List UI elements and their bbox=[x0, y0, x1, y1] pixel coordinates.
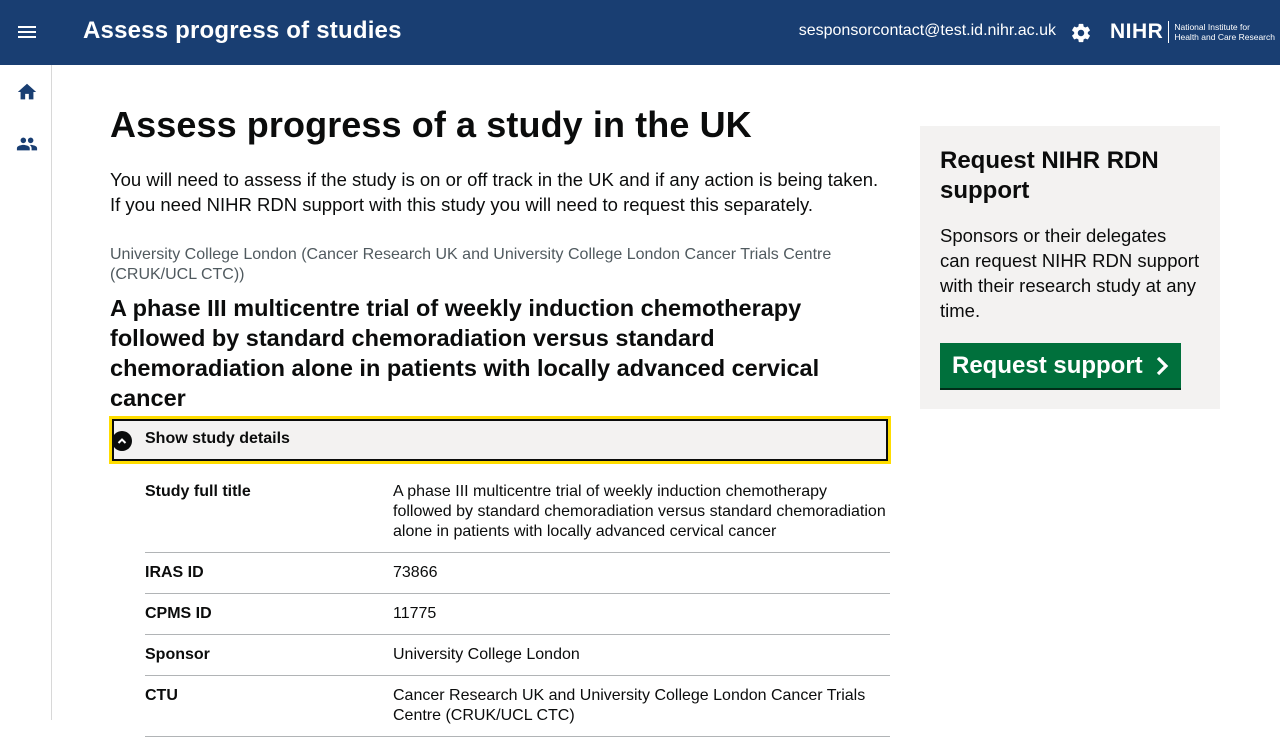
page-title: Assess progress of a study in the UK bbox=[110, 104, 752, 145]
summary-row: IRAS ID 73866 bbox=[145, 563, 890, 594]
hamburger-menu-icon[interactable] bbox=[12, 17, 42, 47]
organisation-caption: University College London (Cancer Resear… bbox=[110, 246, 832, 283]
summary-key: Sponsor bbox=[145, 646, 210, 663]
chevron-right-icon bbox=[1155, 356, 1169, 376]
people-icon[interactable] bbox=[12, 129, 42, 159]
app-title: Assess progress of studies bbox=[83, 17, 402, 44]
study-summary-list: Study full title A phase III multicentre… bbox=[145, 482, 890, 737]
summary-row: Study full title A phase III multicentre… bbox=[145, 482, 890, 553]
summary-value: University College London bbox=[393, 646, 580, 663]
request-support-button[interactable]: Request support bbox=[940, 343, 1181, 388]
study-heading: A phase III multicentre trial of weekly … bbox=[110, 295, 820, 411]
top-header-bar: Assess progress of studies sesponsorcont… bbox=[0, 0, 1280, 65]
request-support-panel: Request NIHR RDN support Sponsors or the… bbox=[920, 126, 1220, 409]
logo-mark: NIHR bbox=[1110, 21, 1170, 43]
main-content: Assess progress of a study in the UK You… bbox=[109, 100, 891, 747]
summary-row: Sponsor University College London bbox=[145, 645, 890, 676]
intro-text: You will need to assess if the study is … bbox=[110, 169, 879, 215]
request-support-title: Request NIHR RDN support bbox=[940, 147, 1159, 204]
summary-key: IRAS ID bbox=[145, 564, 204, 581]
logo-text-line2: Health and Care Research bbox=[1174, 32, 1275, 42]
request-support-button-label: Request support bbox=[952, 351, 1143, 379]
gear-icon[interactable] bbox=[1068, 20, 1093, 45]
summary-key: Study full title bbox=[145, 483, 251, 500]
summary-row: CTU Cancer Research UK and University Co… bbox=[145, 686, 890, 737]
show-study-details-toggle[interactable]: Show study details bbox=[109, 416, 891, 464]
summary-value: 73866 bbox=[393, 564, 438, 581]
chevron-up-icon bbox=[112, 431, 132, 451]
home-icon[interactable] bbox=[12, 77, 42, 107]
summary-value: Cancer Research UK and University Colleg… bbox=[393, 687, 866, 724]
summary-value: 11775 bbox=[393, 605, 437, 622]
user-email: sesponsorcontact@test.id.nihr.ac.uk bbox=[798, 22, 1056, 39]
logo-text: National Institute for Health and Care R… bbox=[1169, 22, 1275, 42]
summary-value: A phase III multicentre trial of weekly … bbox=[393, 483, 886, 540]
logo-text-line1: National Institute for bbox=[1174, 22, 1250, 32]
side-navigation bbox=[0, 65, 52, 720]
summary-row: CPMS ID 11775 bbox=[145, 604, 890, 635]
request-support-text: Sponsors or their delegates can request … bbox=[940, 225, 1200, 321]
summary-key: CTU bbox=[145, 687, 178, 704]
show-study-details-label: Show study details bbox=[145, 430, 290, 447]
summary-key: CPMS ID bbox=[145, 605, 212, 622]
nihr-logo[interactable]: NIHR National Institute for Health and C… bbox=[1110, 18, 1275, 46]
